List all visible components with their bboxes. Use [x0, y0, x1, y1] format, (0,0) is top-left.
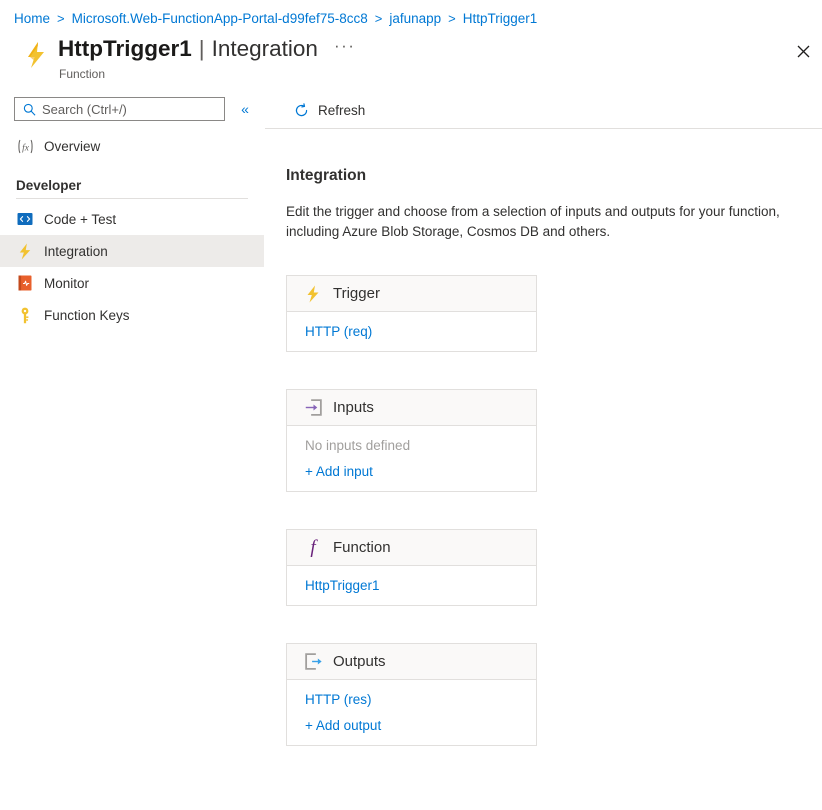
- sidebar: « fx Overview Developer Code + Test: [0, 92, 264, 810]
- function-f-icon: f: [303, 538, 323, 558]
- resource-type-caption: Function: [59, 67, 355, 81]
- breadcrumb-separator: >: [448, 11, 456, 26]
- page-title: HttpTrigger1: [58, 36, 192, 62]
- content-body: Integration Edit the trigger and choose …: [265, 129, 822, 746]
- sidebar-item-code-test[interactable]: Code + Test: [0, 203, 264, 235]
- add-input-link[interactable]: + Add input: [305, 464, 373, 479]
- sidebar-item-label: Code + Test: [44, 212, 116, 227]
- page-title-block: HttpTrigger1 | Integration ··· Function: [22, 36, 355, 81]
- card-row[interactable]: + Add input: [287, 458, 536, 484]
- breadcrumb-item-resource-group[interactable]: Microsoft.Web-FunctionApp-Portal-d99fef7…: [72, 11, 368, 26]
- arrow-out-of-box-icon: [303, 652, 323, 672]
- outputs-card: Outputs HTTP (res) + Add output: [286, 643, 537, 746]
- command-bar: Refresh: [265, 92, 822, 128]
- sidebar-item-label: Overview: [44, 139, 100, 154]
- function-name-link[interactable]: HttpTrigger1: [305, 578, 380, 593]
- refresh-icon: [293, 102, 310, 119]
- sidebar-item-label: Integration: [44, 244, 108, 259]
- lightning-bolt-icon: [303, 284, 323, 304]
- card-row[interactable]: HTTP (req): [287, 318, 536, 344]
- sidebar-item-overview[interactable]: fx Overview: [0, 130, 264, 162]
- sidebar-item-label: Function Keys: [44, 308, 130, 323]
- breadcrumb: Home > Microsoft.Web-FunctionApp-Portal-…: [14, 8, 537, 28]
- function-fx-icon: fx: [16, 137, 34, 155]
- breadcrumb-item-function[interactable]: HttpTrigger1: [463, 11, 538, 26]
- breadcrumb-item-function-app[interactable]: jafunapp: [389, 11, 441, 26]
- main-content: Refresh Integration Edit the trigger and…: [265, 92, 822, 810]
- trigger-card-header: Trigger: [287, 276, 536, 312]
- output-http-res-link[interactable]: HTTP (res): [305, 692, 372, 707]
- card-title: Outputs: [333, 653, 386, 670]
- section-description: Edit the trigger and choose from a selec…: [286, 202, 809, 242]
- section-title: Integration: [286, 167, 822, 185]
- card-row[interactable]: + Add output: [287, 712, 536, 738]
- search-icon: [21, 101, 37, 117]
- no-inputs-message: No inputs defined: [305, 438, 410, 453]
- card-title: Inputs: [333, 399, 374, 416]
- inputs-card-header: Inputs: [287, 390, 536, 426]
- monitor-book-icon: [16, 274, 34, 292]
- outputs-card-header: Outputs: [287, 644, 536, 680]
- close-icon: [797, 45, 810, 58]
- search-box[interactable]: [14, 97, 225, 121]
- key-icon: [16, 306, 34, 324]
- card-row[interactable]: HTTP (res): [287, 686, 536, 712]
- sidebar-item-function-keys[interactable]: Function Keys: [0, 299, 264, 331]
- function-card-header: f Function: [287, 530, 536, 566]
- integration-cards: Trigger HTTP (req): [286, 275, 822, 746]
- sidebar-divider: [16, 198, 248, 199]
- code-brackets-icon: [16, 210, 34, 228]
- sidebar-item-monitor[interactable]: Monitor: [0, 267, 264, 299]
- breadcrumb-item-home[interactable]: Home: [14, 11, 50, 26]
- trigger-card: Trigger HTTP (req): [286, 275, 537, 352]
- more-options-button[interactable]: ···: [334, 33, 355, 59]
- function-card: f Function HttpTrigger1: [286, 529, 537, 606]
- refresh-label: Refresh: [318, 103, 365, 118]
- trigger-card-body: HTTP (req): [287, 312, 536, 351]
- svg-text:fx: fx: [22, 142, 30, 153]
- trigger-http-req-link[interactable]: HTTP (req): [305, 324, 372, 339]
- breadcrumb-separator: >: [375, 11, 383, 26]
- page-subtitle: Integration: [212, 36, 318, 62]
- card-title: Trigger: [333, 285, 380, 302]
- card-row: No inputs defined: [287, 432, 536, 458]
- lightning-bolt-icon: [22, 38, 50, 72]
- card-title: Function: [333, 539, 391, 556]
- search-input[interactable]: [42, 102, 218, 117]
- collapse-sidebar-button[interactable]: «: [236, 99, 254, 119]
- close-button[interactable]: [788, 36, 818, 66]
- sidebar-group-developer-title: Developer: [0, 178, 264, 193]
- arrow-into-box-icon: [303, 398, 323, 418]
- breadcrumb-separator: >: [57, 11, 65, 26]
- function-card-body: HttpTrigger1: [287, 566, 536, 605]
- sidebar-item-integration[interactable]: Integration: [0, 235, 264, 267]
- outputs-card-body: HTTP (res) + Add output: [287, 680, 536, 745]
- add-output-link[interactable]: + Add output: [305, 718, 381, 733]
- title-separator: |: [199, 36, 205, 62]
- card-row[interactable]: HttpTrigger1: [287, 572, 536, 598]
- inputs-card-body: No inputs defined + Add input: [287, 426, 536, 491]
- sidebar-item-label: Monitor: [44, 276, 89, 291]
- refresh-button[interactable]: Refresh: [286, 96, 372, 124]
- inputs-card: Inputs No inputs defined + Add input: [286, 389, 537, 492]
- sidebar-search-row: «: [0, 92, 264, 121]
- lightning-bolt-icon: [16, 242, 34, 260]
